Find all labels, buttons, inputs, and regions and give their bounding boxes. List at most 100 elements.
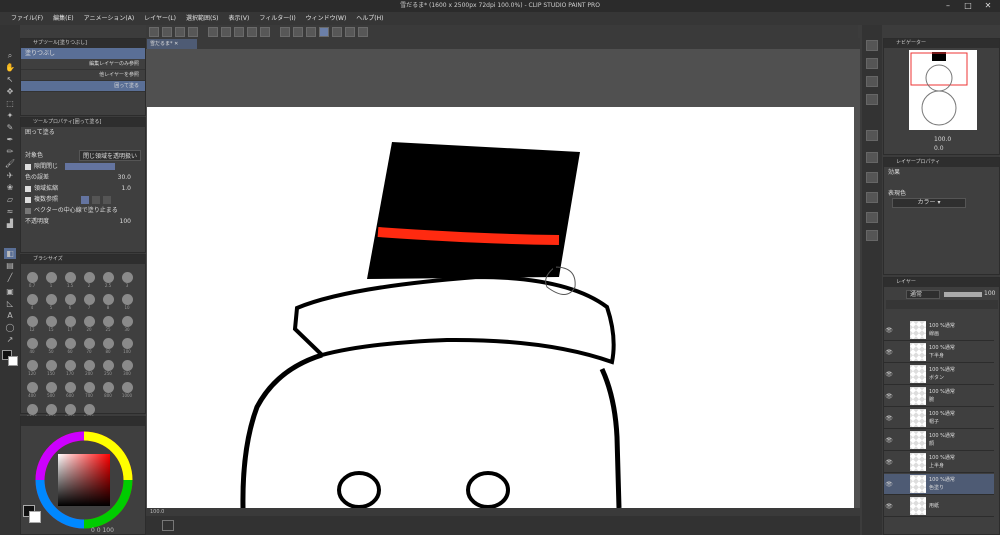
brush-size-cell[interactable]: 500 [43,378,59,398]
close-button[interactable]: ✕ [978,0,998,12]
brush-size-cell[interactable]: 1000 [119,378,135,398]
eye-icon[interactable]: 👁 [884,503,894,510]
info-dock-icon[interactable] [866,76,878,87]
export-icon[interactable] [188,26,198,37]
subtool-refer-other-layers[interactable]: 他レイヤーを参照 [21,70,145,81]
frame-tool-icon[interactable]: ▣ [4,286,16,297]
brush-size-cell[interactable]: 3 [119,268,135,288]
layer-row[interactable]: 👁 100 %通常 ボタン [884,364,994,385]
menu-filter[interactable]: フィルター(I) [254,12,300,25]
brush-size-cell[interactable]: 300 [119,356,135,376]
select-out-icon[interactable] [306,26,316,37]
subtool-enclose-fill[interactable]: 囲って塗る [21,81,145,92]
eye-icon[interactable]: 👁 [884,349,894,356]
eye-icon[interactable]: 👁 [884,415,894,422]
airbrush-tool-icon[interactable]: ✈ [4,170,16,181]
animation-dock-icon[interactable] [866,192,878,203]
clear-icon[interactable] [234,26,244,37]
search-layer-dock-icon[interactable] [866,172,878,183]
menu-view[interactable]: 表示(V) [224,12,255,25]
menu-file[interactable]: ファイル(F) [6,12,48,25]
layer-row[interactable]: 👁 100 %通常腕 [884,386,994,407]
menu-help[interactable]: ヘルプ(H) [351,12,388,25]
brush-size-cell[interactable]: 50 [43,334,59,354]
color-wheel[interactable] [34,430,134,530]
ruler-tool-icon[interactable]: ◺ [4,298,16,309]
redo-icon[interactable] [221,26,231,37]
multi-ref-checkbox[interactable] [25,196,31,203]
subtool-group-tab[interactable]: 塗りつぶし [21,48,145,59]
zoom-tool-icon[interactable]: ⌕ [4,50,16,61]
layer-opacity-slider[interactable] [944,292,982,297]
navigator-zoom[interactable]: 100.0 [934,136,951,143]
brush-tool-icon[interactable]: 🖌 [4,158,16,169]
save-icon[interactable] [175,26,185,37]
brush-size-cell[interactable]: 2 [81,268,97,288]
new-file-icon[interactable] [149,26,159,37]
layer-row[interactable]: 👁 100 %通常 下半身 [884,342,994,363]
brush-size-cell[interactable]: 7 [81,290,97,310]
fill-icon[interactable] [247,26,257,37]
layer-row[interactable]: 👁 用紙 [884,496,994,517]
eye-icon[interactable]: 👁 [884,459,894,466]
expand-checkbox[interactable] [25,185,31,192]
eye-icon[interactable]: 👁 [884,371,894,378]
brush-size-cell[interactable]: 120 [24,356,40,376]
vector-stop-checkbox[interactable] [25,207,31,214]
eye-icon[interactable]: 👁 [884,327,894,334]
pen-tool-icon[interactable]: ✒ [4,134,16,145]
brush-size-cell[interactable]: 250 [100,356,116,376]
eye-icon[interactable]: 👁 [884,481,894,488]
sub-color-swatch[interactable] [8,356,18,366]
brush-size-cell[interactable]: 400 [24,378,40,398]
subview-dock-icon[interactable] [866,58,878,69]
brush-size-cell[interactable]: 4 [24,290,40,310]
brush-size-cell[interactable]: 1 [43,268,59,288]
hand-tool-icon[interactable]: ✋ [4,62,16,73]
layer-opacity-value[interactable]: 100 [984,290,995,297]
brush-size-cell[interactable]: 10 [119,290,135,310]
brush-size-cell[interactable]: 6 [62,290,78,310]
brush-size-cell[interactable]: 150 [43,356,59,376]
layer-row[interactable]: 👁 100 %通常 上半身 [884,452,994,473]
layer-prop-dock-icon[interactable] [866,152,878,163]
ref-layer-icon[interactable] [92,195,101,204]
brush-size-cell[interactable]: 1.5 [62,268,78,288]
brush-size-cell[interactable]: 12 [24,312,40,332]
document-tab[interactable]: 雪だるま* ✕ [147,39,197,49]
layer-row[interactable]: 👁 100 %通常 線画 [884,320,994,341]
deselect-icon[interactable] [280,26,290,37]
brush-size-cell[interactable]: 170 [62,356,78,376]
expand-value[interactable]: 1.0 [121,183,131,194]
transform-icon[interactable] [260,26,270,37]
eraser-tool-icon[interactable]: ▱ [4,194,16,205]
target-color-dropdown[interactable]: 閉じ領域を透明扱い [78,150,141,161]
fill-tool-bucket-icon[interactable]: ▟ [4,218,16,229]
navigator-dock-icon[interactable] [866,40,878,51]
snap-grid-icon[interactable] [332,26,342,37]
brush-size-cell[interactable]: 100 [119,334,135,354]
brush-size-cell[interactable]: 40 [24,334,40,354]
maximize-button[interactable]: □ [958,0,978,12]
menu-layer[interactable]: レイヤー(L) [139,12,181,25]
gap-close-slider[interactable] [65,163,116,170]
brush-size-cell[interactable]: 0.7 [24,268,40,288]
wheel-sub-color[interactable] [29,511,41,523]
canvas-paper[interactable] [147,107,854,508]
ref-folder-icon[interactable] [103,195,112,204]
layer-row[interactable]: 👁 100 %通常顔 [884,430,994,451]
brush-size-cell[interactable]: 70 [81,334,97,354]
auto-action-dock-icon[interactable] [866,230,878,241]
balloon-tool-icon[interactable]: ◯ [4,322,16,333]
menu-animation[interactable]: アニメーション(A) [79,12,140,25]
snap-ruler-icon[interactable] [319,26,329,37]
figure-tool-icon[interactable]: ╱ [4,272,16,283]
undo-icon[interactable] [208,26,218,37]
decoration-tool-icon[interactable]: ❀ [4,182,16,193]
subtool-edit-layer-only[interactable]: 編集レイヤーのみ参照 [21,59,145,70]
auto-select-tool-icon[interactable]: ✦ [4,110,16,121]
eyedropper-tool-icon[interactable]: ✎ [4,122,16,133]
blend-mode-dropdown[interactable]: 通常 [906,290,940,299]
brush-size-cell[interactable]: 700 [81,378,97,398]
selection-tool-icon[interactable]: ⬚ [4,98,16,109]
